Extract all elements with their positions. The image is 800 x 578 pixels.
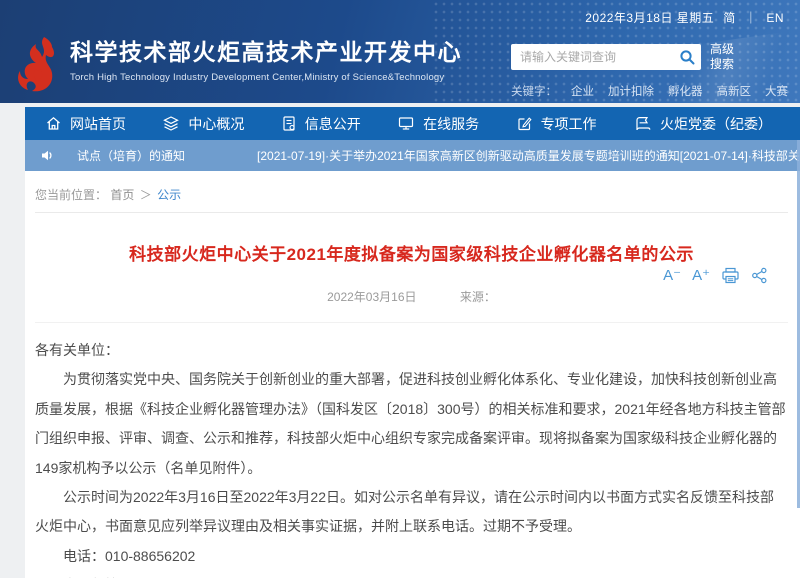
brand-text: 科学技术部火炬高技术产业开发中心 Torch High Technology I… [70, 33, 462, 83]
site-title: 科学技术部火炬高技术产业开发中心 [70, 39, 462, 67]
paragraph: 公示时间为2022年3月16日至2022年3月22日。如对公示名单有异议，请在公… [35, 483, 786, 542]
pen-icon [516, 115, 533, 132]
article-date: 2022年03月16日 [327, 290, 416, 304]
site-subtitle: Torch High Technology Industry Developme… [70, 72, 462, 83]
monitor-icon [397, 115, 415, 132]
home-icon [45, 115, 62, 132]
lang-simplified-link[interactable]: 简 [723, 9, 736, 26]
nav-item-info-disclosure[interactable]: 信息公开 [281, 114, 361, 134]
keyword-link[interactable]: 大赛 [765, 83, 788, 99]
font-decrease-button[interactable]: A⁻ [663, 268, 681, 283]
ticker-notice-link[interactable]: 试点（培育）的通知 [77, 147, 185, 164]
brand: 科学技术部火炬高技术产业开发中心 Torch High Technology I… [14, 33, 462, 93]
nav-item-party-committee[interactable]: 火炬党委（纪委） [633, 114, 772, 134]
nav-item-home[interactable]: 网站首页 [45, 114, 126, 134]
nav-label: 在线服务 [423, 114, 479, 134]
document-icon [281, 115, 297, 132]
nav-label: 专项工作 [541, 114, 597, 134]
ticker-notice-link[interactable]: [2021-07-14]·科技部关于举 [680, 147, 800, 164]
advanced-search-link[interactable]: 高级 搜索 [710, 42, 734, 72]
advanced-search-line1: 高级 [710, 42, 734, 57]
nav-label: 信息公开 [305, 114, 361, 134]
current-date: 2022年3月18日 星期五 [585, 9, 714, 26]
nav-label: 火炬党委（纪委） [660, 114, 772, 134]
salutation: 各有关单位： [35, 336, 786, 365]
breadcrumb-home-link[interactable]: 首页 [110, 188, 134, 202]
article-title: 科技部火炬中心关于2021年度拟备案为国家级科技企业孵化器名单的公示 [33, 240, 790, 265]
print-button[interactable] [721, 267, 740, 284]
lang-divider: ｜ [745, 9, 758, 26]
speaker-icon [40, 148, 55, 163]
share-icon [751, 267, 768, 284]
article-meta: 2022年03月16日 来源： [33, 288, 790, 305]
search-zone: 高级 搜索 关键字： 企业 加计扣除 孵化器 高新区 大赛 [511, 42, 788, 99]
breadcrumb-current-link[interactable]: 公示 [157, 188, 181, 202]
font-increase-button[interactable]: A⁺ [692, 268, 710, 283]
keyword-link[interactable]: 加计扣除 [608, 83, 654, 99]
layers-icon [162, 115, 180, 132]
main-content: 您当前位置： 首页 ＞ 公示 科技部火炬中心关于2021年度拟备案为国家级科技企… [25, 171, 800, 578]
breadcrumb-separator: ＞ [140, 188, 152, 202]
main-nav: 网站首页 中心概况 信息公开 在线服务 [25, 107, 800, 140]
keywords-label: 关键字： [511, 83, 557, 99]
search-icon [679, 49, 696, 66]
share-button[interactable] [751, 267, 768, 284]
article-source-label: 来源： [460, 290, 496, 304]
content-divider [35, 322, 788, 323]
keyword-link[interactable]: 孵化器 [668, 83, 703, 99]
breadcrumb: 您当前位置： 首页 ＞ 公示 [35, 171, 788, 213]
search-button[interactable] [673, 44, 701, 70]
nav-item-special-projects[interactable]: 专项工作 [516, 114, 597, 134]
notice-ticker: 试点（培育）的通知 [2021-07-19]·关于举办2021年国家高新区创新驱… [25, 140, 800, 171]
nav-item-overview[interactable]: 中心概况 [162, 114, 244, 134]
nav-label: 网站首页 [70, 114, 126, 134]
printer-icon [721, 267, 740, 284]
keyword-link[interactable]: 高新区 [717, 83, 752, 99]
site-header: 2022年3月18日 星期五 简 ｜ EN 科学技术部火炬高技术产业开发中心 T… [0, 0, 800, 103]
nav-item-online-services[interactable]: 在线服务 [397, 114, 479, 134]
advanced-search-line2: 搜索 [710, 57, 734, 72]
email-line: 电子邮箱：fuhq2@ctp.gov.cn [35, 571, 786, 578]
article-body: 各有关单位： 为贯彻落实党中央、国务院关于创新创业的重大部署，促进科技创业孵化体… [33, 336, 790, 578]
ticker-notice-link[interactable]: [2021-07-19]·关于举办2021年国家高新区创新驱动高质量发展专题培训… [257, 147, 680, 164]
torch-logo-icon [14, 35, 60, 93]
phone-line: 电话：010-88656202 [35, 542, 786, 571]
article-tools: A⁻ A⁺ [663, 267, 768, 284]
topbar: 2022年3月18日 星期五 简 ｜ EN [585, 9, 784, 26]
paragraph: 为贯彻落实党中央、国务院关于创新创业的重大部署，促进科技创业孵化体系化、专业化建… [35, 365, 786, 483]
party-flag-icon [633, 115, 652, 132]
lang-en-link[interactable]: EN [766, 11, 784, 25]
hot-keywords: 关键字： 企业 加计扣除 孵化器 高新区 大赛 [511, 83, 788, 99]
nav-label: 中心概况 [188, 114, 244, 134]
breadcrumb-label: 您当前位置： [35, 188, 107, 202]
keyword-link[interactable]: 企业 [571, 83, 594, 99]
